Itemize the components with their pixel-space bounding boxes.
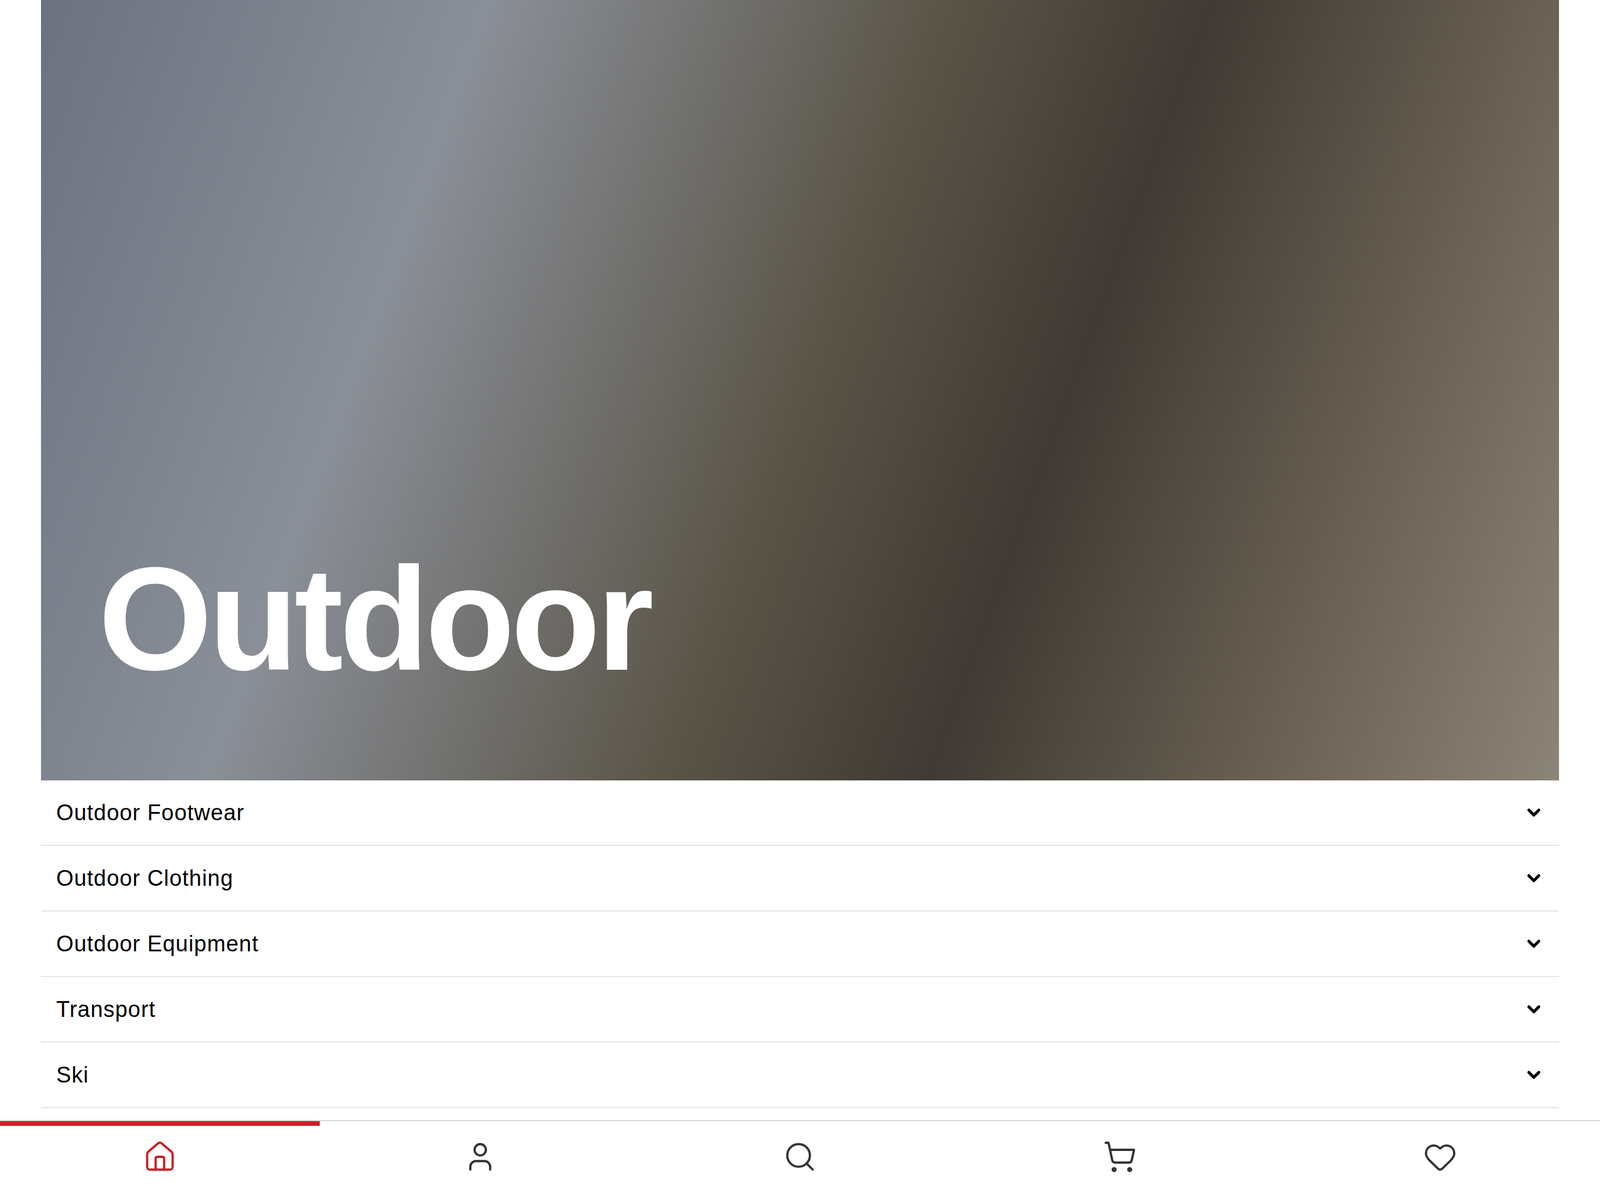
content: OutdoorOutdoor FootwearOutdoor ClothingO… — [0, 0, 1600, 1121]
category-label: Outdoor Equipment — [56, 927, 259, 962]
category-row[interactable]: Transport — [40, 977, 1560, 1044]
chevron-down-icon — [1523, 934, 1544, 955]
category-row[interactable]: Outdoor Footwear — [40, 780, 1560, 847]
search-icon — [783, 1140, 817, 1175]
category-label: Outdoor Footwear — [56, 796, 245, 830]
hero-banner[interactable]: Outdoor — [40, 0, 1560, 781]
nav-indicator — [1280, 1121, 1600, 1127]
account-icon — [463, 1140, 498, 1175]
category-row[interactable]: Outdoor Clothing — [40, 846, 1560, 912]
nav-indicator — [319, 1121, 640, 1127]
category-label: Outdoor Clothing — [56, 862, 234, 896]
category-label: Transport — [56, 993, 156, 1027]
hero-title: Outdoor — [98, 546, 651, 693]
category-row[interactable]: Ski — [40, 1043, 1560, 1109]
wishlist-icon — [1423, 1140, 1458, 1175]
nav-indicator — [959, 1121, 1280, 1127]
home-icon — [142, 1140, 177, 1175]
category-label: Ski — [56, 1058, 90, 1093]
nav-item[interactable] — [319, 1121, 640, 1199]
chevron-down-icon — [1523, 999, 1544, 1020]
nav-item[interactable] — [640, 1121, 960, 1199]
nav-item[interactable] — [0, 1121, 320, 1199]
nav-indicator — [640, 1121, 960, 1127]
nav-indicator — [0, 1121, 320, 1127]
category-row[interactable]: Outdoor Equipment — [40, 911, 1560, 978]
category-list: Outdoor Footwear Outdoor Clothing Outdoor … — [40, 780, 1560, 1109]
app: OutdoorOutdoor FootwearOutdoor ClothingO… — [0, 0, 1600, 1199]
cart-icon — [1102, 1140, 1137, 1175]
nav-item[interactable] — [1280, 1121, 1600, 1199]
chevron-down-icon — [1523, 1065, 1544, 1086]
chevron-down-icon — [1523, 868, 1544, 889]
nav-item[interactable] — [959, 1121, 1280, 1199]
chevron-down-icon — [1523, 802, 1544, 823]
bottom-nav — [0, 1120, 1600, 1199]
